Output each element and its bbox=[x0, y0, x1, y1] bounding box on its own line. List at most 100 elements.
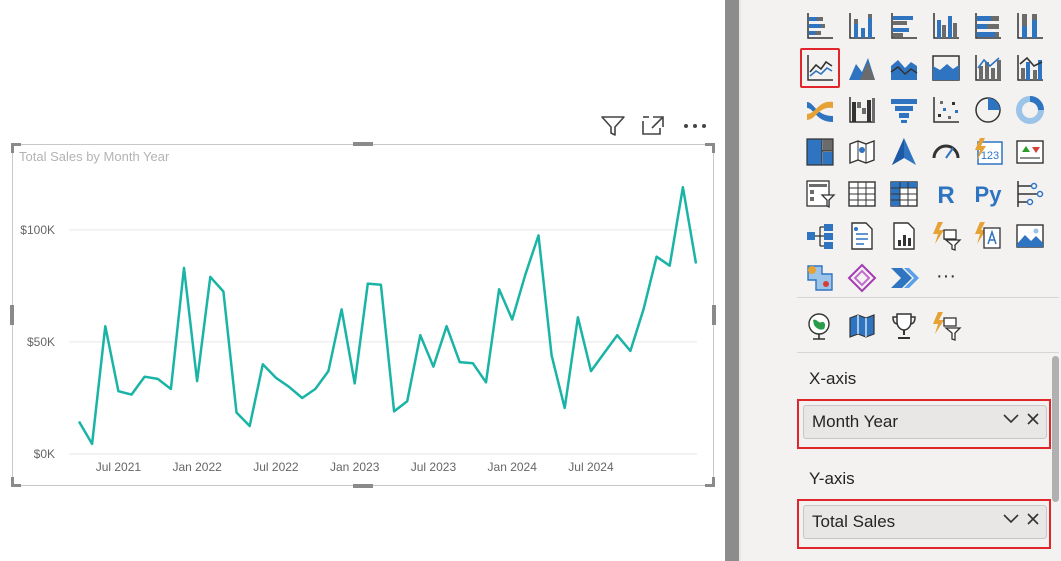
pie-chart-icon[interactable] bbox=[968, 90, 1008, 130]
narrative-icon[interactable] bbox=[968, 216, 1008, 256]
stacked-area-chart-icon[interactable] bbox=[884, 48, 924, 88]
chevron-down-icon[interactable] bbox=[1002, 512, 1020, 526]
azure-map-icon[interactable] bbox=[884, 132, 924, 172]
gauge-icon[interactable] bbox=[926, 132, 966, 172]
data-point bbox=[497, 287, 501, 291]
waterfall-chart-icon[interactable] bbox=[842, 90, 882, 130]
key-influencers-icon[interactable] bbox=[1010, 174, 1050, 214]
data-point bbox=[300, 396, 304, 400]
slicer-icon[interactable] bbox=[800, 174, 840, 214]
python-visual-text: Py bbox=[975, 182, 1003, 207]
data-point bbox=[77, 420, 81, 424]
funnel-chart-icon[interactable] bbox=[884, 90, 924, 130]
resize-handle-top[interactable] bbox=[353, 142, 373, 146]
clustered-column-chart-icon[interactable] bbox=[926, 6, 966, 46]
data-point bbox=[195, 379, 199, 383]
100-stacked-area-chart-icon[interactable] bbox=[926, 48, 966, 88]
resize-handle-top-right[interactable] bbox=[705, 143, 715, 153]
x-axis-well[interactable]: Month Year bbox=[797, 399, 1051, 449]
trophy-icon[interactable] bbox=[884, 306, 924, 346]
line-and-clustered-column-chart-icon[interactable] bbox=[1010, 48, 1050, 88]
paginated-report-icon[interactable] bbox=[884, 216, 924, 256]
data-point bbox=[550, 353, 554, 357]
data-point bbox=[445, 324, 449, 328]
ribbon-chart-icon[interactable] bbox=[800, 90, 840, 130]
line-and-stacked-column-chart-icon[interactable] bbox=[968, 48, 1008, 88]
filter-icon[interactable] bbox=[598, 112, 628, 140]
donut-chart-icon[interactable] bbox=[1010, 90, 1050, 130]
matrix-icon[interactable] bbox=[884, 174, 924, 214]
data-point bbox=[182, 266, 186, 270]
focus-mode-icon[interactable] bbox=[638, 112, 668, 140]
resize-handle-top-left[interactable] bbox=[11, 143, 21, 153]
line-chart-visual[interactable]: Total Sales by Month Year $0K $50K $100K Ju… bbox=[10, 142, 716, 488]
metrics-slicer-icon[interactable] bbox=[926, 306, 966, 346]
resize-handle-left[interactable] bbox=[10, 305, 14, 325]
power-apps-icon[interactable] bbox=[842, 258, 882, 298]
data-point bbox=[169, 387, 173, 391]
more-visuals-text: ··· bbox=[936, 265, 956, 287]
data-point bbox=[563, 406, 567, 410]
100-stacked-column-chart-icon[interactable] bbox=[1010, 6, 1050, 46]
series-line bbox=[77, 185, 698, 446]
x-tick-label: Jul 2022 bbox=[253, 460, 299, 474]
close-icon[interactable] bbox=[1026, 412, 1040, 426]
data-point bbox=[602, 351, 606, 355]
x-tick-label: Jan 2022 bbox=[172, 460, 222, 474]
power-automate-icon[interactable] bbox=[884, 258, 924, 298]
x-tick-label: Jan 2024 bbox=[488, 460, 538, 474]
smart-narrative-icon[interactable] bbox=[842, 216, 882, 256]
stacked-column-chart-icon[interactable] bbox=[842, 6, 882, 46]
map-icon[interactable] bbox=[842, 132, 882, 172]
data-point bbox=[458, 360, 462, 364]
card-icon[interactable]: 123 bbox=[968, 132, 1008, 172]
kpi-icon[interactable] bbox=[1010, 132, 1050, 172]
data-point bbox=[418, 333, 422, 337]
more-visuals-icon[interactable]: ··· bbox=[926, 258, 966, 298]
data-point bbox=[510, 318, 514, 322]
x-axis-field[interactable]: Month Year bbox=[803, 405, 1047, 439]
resize-handle-right[interactable] bbox=[712, 305, 716, 325]
python-visual-icon[interactable]: Py bbox=[968, 174, 1008, 214]
y-axis-well[interactable]: Total Sales bbox=[797, 499, 1051, 549]
data-point bbox=[694, 262, 698, 266]
arcgis-map-icon[interactable] bbox=[800, 306, 840, 346]
y-axis-label: Y-axis bbox=[809, 469, 855, 488]
close-icon[interactable] bbox=[1026, 512, 1040, 526]
pane-scrollbar[interactable] bbox=[1052, 356, 1059, 502]
line-chart: $0K $50K $100K Jul 2021 Jan 2022 Jul 2022 Jan … bbox=[20, 185, 698, 474]
data-point bbox=[103, 324, 107, 328]
app-window: Total Sales by Month Year $0K $50K $100K Ju… bbox=[0, 0, 1061, 561]
pane-splitter[interactable] bbox=[725, 0, 739, 561]
filled-map-icon[interactable] bbox=[842, 306, 882, 346]
y-tick-label: $50K bbox=[27, 335, 55, 349]
resize-handle-bottom-left[interactable] bbox=[11, 477, 21, 487]
stacked-bar-chart-icon[interactable] bbox=[800, 6, 840, 46]
treemap-icon[interactable] bbox=[800, 132, 840, 172]
q-and-a-icon[interactable] bbox=[926, 216, 966, 256]
r-visual-icon[interactable]: R bbox=[926, 174, 966, 214]
resize-handle-bottom[interactable] bbox=[353, 484, 373, 488]
more-options-icon[interactable] bbox=[680, 112, 710, 140]
table-icon[interactable] bbox=[842, 174, 882, 214]
clustered-bar-chart-icon[interactable] bbox=[884, 6, 924, 46]
report-canvas[interactable]: Total Sales by Month Year $0K $50K $100K Ju… bbox=[0, 0, 725, 561]
shape-map-icon[interactable] bbox=[800, 258, 840, 298]
data-point bbox=[261, 362, 265, 366]
data-point bbox=[340, 307, 344, 311]
100-stacked-bar-chart-icon[interactable] bbox=[968, 6, 1008, 46]
line-chart-icon[interactable] bbox=[800, 48, 840, 88]
data-point bbox=[392, 409, 396, 413]
decomposition-tree-icon[interactable] bbox=[800, 216, 840, 256]
data-point bbox=[248, 424, 252, 428]
area-chart-icon[interactable] bbox=[842, 48, 882, 88]
chevron-down-icon[interactable] bbox=[1002, 412, 1020, 426]
data-point bbox=[143, 375, 147, 379]
image-icon[interactable] bbox=[1010, 216, 1050, 256]
scatter-chart-icon[interactable] bbox=[926, 90, 966, 130]
r-visual-text: R bbox=[937, 182, 954, 209]
y-axis-field[interactable]: Total Sales bbox=[803, 505, 1047, 539]
data-point bbox=[156, 377, 160, 381]
visual-header bbox=[596, 112, 716, 140]
resize-handle-bottom-right[interactable] bbox=[705, 477, 715, 487]
